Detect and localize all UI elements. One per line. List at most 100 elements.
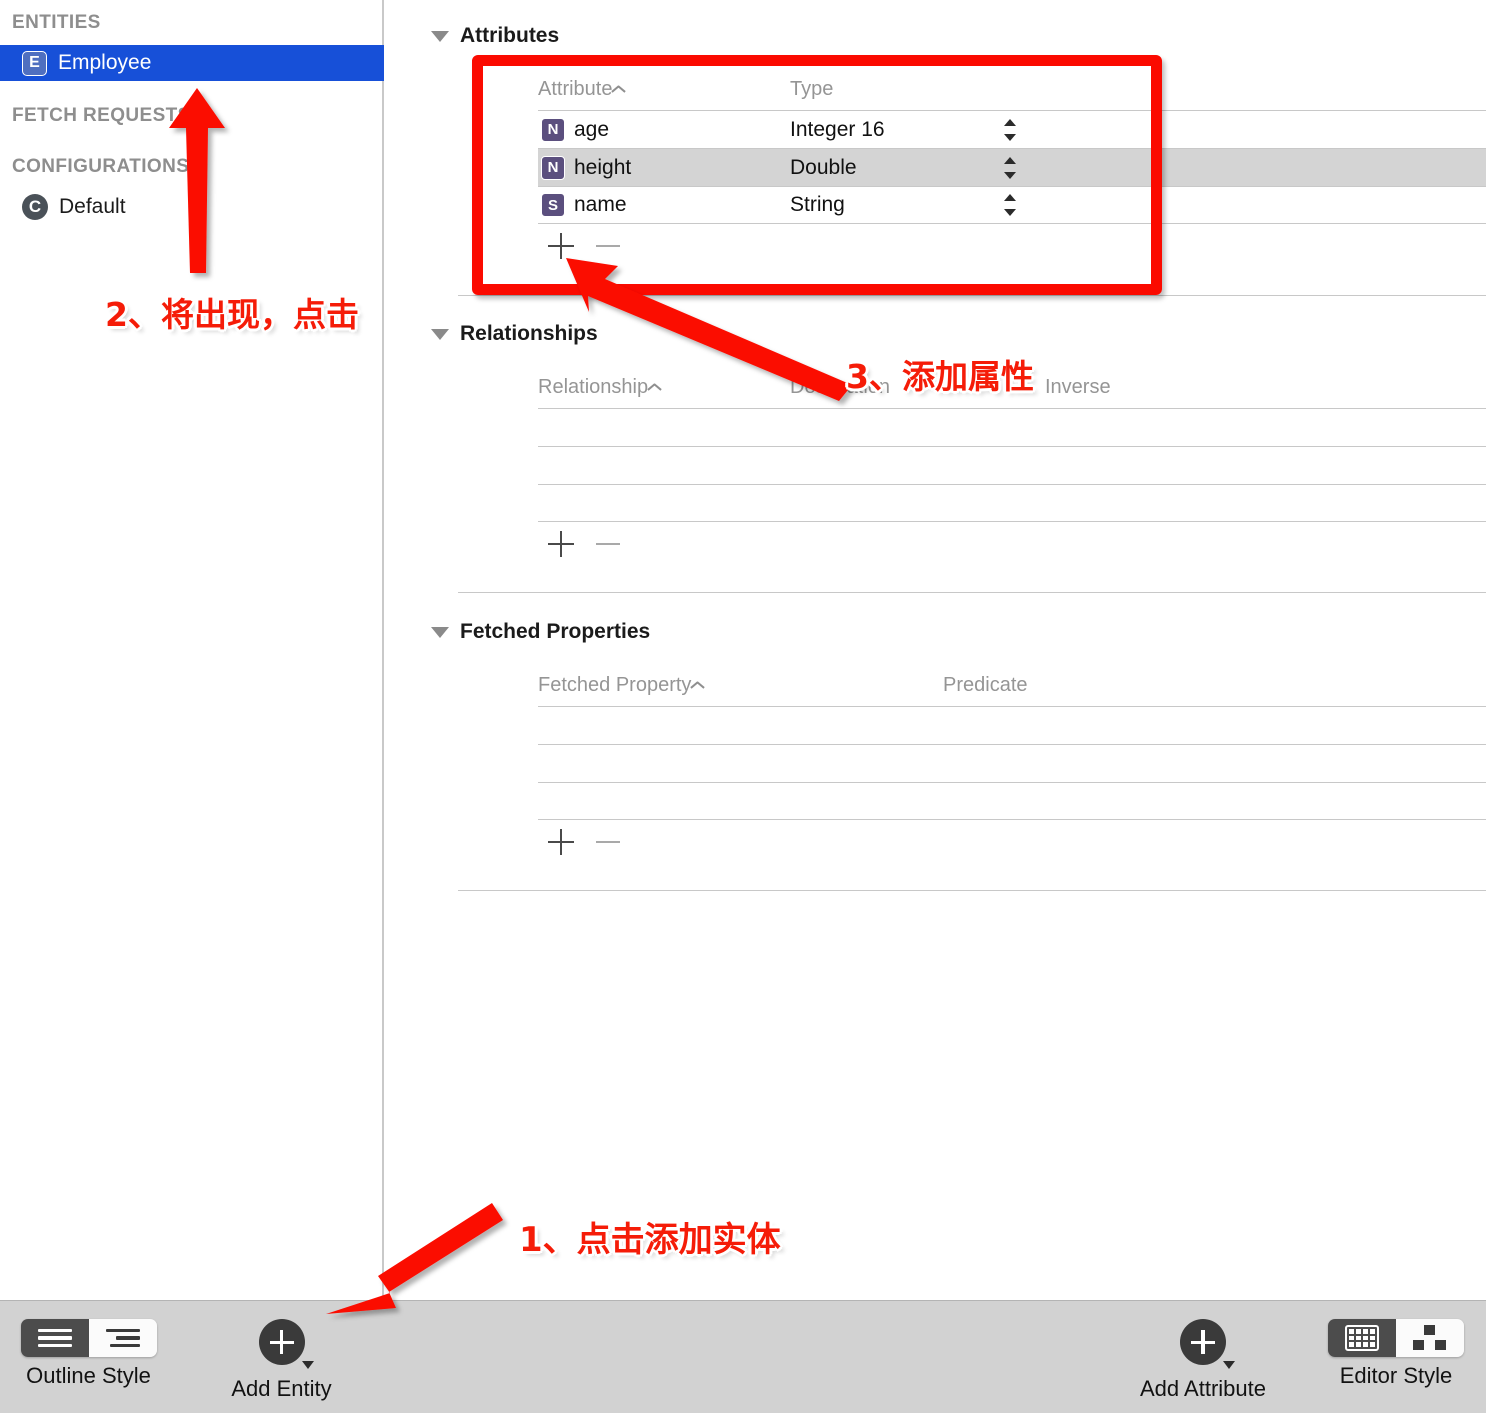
add-fetched-property-row-button[interactable]: [548, 829, 574, 855]
attribute-name: name: [574, 193, 627, 216]
table-row[interactable]: [538, 408, 1486, 446]
attribute-name-cell[interactable]: N age: [538, 117, 790, 142]
fetched-properties-table: Fetched Property Predicate: [538, 664, 1486, 864]
outline-style-control[interactable]: Outline Style: [16, 1319, 161, 1389]
table-row[interactable]: S name String: [538, 186, 1486, 224]
chevron-down-icon[interactable]: [301, 1361, 314, 1369]
list-indented-icon: [105, 1325, 140, 1351]
column-header-label: Predicate: [943, 673, 1028, 696]
column-header-relationship[interactable]: Relationship: [538, 376, 790, 399]
table-row[interactable]: [538, 782, 1486, 820]
column-header-label: Attribute: [538, 77, 613, 100]
outline-style-indented-option[interactable]: [88, 1319, 157, 1357]
outline-style-segmented-control[interactable]: [20, 1319, 157, 1357]
section-divider: [458, 295, 1486, 296]
attribute-type: String: [790, 193, 845, 216]
plus-circle-icon[interactable]: [258, 1319, 305, 1365]
attributes-section-header[interactable]: Attributes: [431, 24, 559, 48]
attribute-type: Integer 16: [790, 117, 885, 141]
disclosure-triangle-icon[interactable]: [431, 626, 449, 638]
editor-style-control[interactable]: Editor Style: [1325, 1319, 1467, 1389]
add-entity-label: Add Entity: [231, 1376, 332, 1401]
sort-ascending-icon: [691, 680, 705, 690]
entity-icon: E: [22, 50, 47, 76]
editor-style-label: Editor Style: [1339, 1363, 1453, 1388]
disclosure-triangle-icon[interactable]: [431, 328, 449, 340]
fetched-properties-table-controls: [538, 820, 1486, 864]
add-relationship-row-button[interactable]: [548, 531, 574, 557]
section-title-label: Relationships: [460, 322, 598, 345]
editor-style-graph-option[interactable]: [1396, 1319, 1464, 1357]
editor-style-segmented-control[interactable]: [1328, 1319, 1464, 1357]
remove-fetched-property-row-button: [596, 829, 620, 855]
string-attribute-icon: S: [541, 193, 565, 217]
section-divider: [458, 592, 1486, 593]
table-row[interactable]: N height Double: [538, 148, 1486, 186]
attribute-name-cell[interactable]: S name: [538, 193, 790, 217]
plus-circle-icon[interactable]: [1180, 1319, 1226, 1365]
relationships-section-header[interactable]: Relationships: [431, 322, 598, 346]
graph-nodes-icon: [1412, 1325, 1448, 1351]
sidebar-header-configurations: CONFIGURATIONS: [12, 156, 190, 177]
sidebar-item-default[interactable]: C Default: [0, 189, 384, 225]
relationships-table: Relationship Destination Inverse: [538, 366, 1486, 566]
add-attribute-row-button[interactable]: [548, 233, 574, 259]
sidebar-item-label: Employee: [58, 51, 152, 74]
table-row[interactable]: N age Integer 16: [538, 110, 1486, 148]
outline-style-flat-option[interactable]: [20, 1319, 89, 1357]
chevron-updown-icon[interactable]: [1004, 156, 1017, 180]
column-header-type[interactable]: Type: [790, 78, 1045, 101]
attribute-type-cell[interactable]: String: [790, 193, 1045, 217]
add-attribute-control[interactable]: Add Attribute: [1132, 1319, 1274, 1402]
sidebar-header-fetch-requests: FETCH REQUESTS: [12, 105, 191, 126]
attribute-name: height: [574, 155, 632, 179]
relationships-table-header: Relationship Destination Inverse: [538, 366, 1486, 408]
attributes-table-controls: [538, 224, 1486, 268]
column-header-label: Type: [790, 77, 834, 100]
list-lines-icon: [37, 1325, 72, 1351]
attribute-type: Double: [790, 155, 857, 179]
add-entity-control[interactable]: Add Entity: [214, 1319, 349, 1402]
chevron-down-icon[interactable]: [1223, 1361, 1235, 1369]
attribute-type-cell[interactable]: Double: [790, 156, 1045, 180]
editor-style-table-option[interactable]: [1328, 1319, 1396, 1357]
attributes-table: Attribute Type N age Integer 16 N height…: [538, 68, 1486, 268]
remove-attribute-row-button: [596, 233, 620, 259]
table-row[interactable]: [538, 446, 1486, 484]
remove-relationship-row-button: [596, 531, 620, 557]
bottom-toolbar: Outline Style Add Entity Add Attribute E…: [0, 1300, 1486, 1413]
section-divider: [458, 890, 1486, 891]
table-row[interactable]: [538, 484, 1486, 522]
sort-ascending-icon: [648, 382, 662, 392]
number-attribute-icon: N: [541, 155, 565, 180]
attributes-table-header: Attribute Type: [538, 68, 1486, 110]
column-header-label: Inverse: [1045, 375, 1111, 398]
sidebar-header-entities: ENTITIES: [12, 12, 101, 33]
add-attribute-label: Add Attribute: [1140, 1376, 1266, 1401]
fetched-properties-table-header: Fetched Property Predicate: [538, 664, 1486, 706]
table-row[interactable]: [538, 706, 1486, 744]
relationships-table-controls: [538, 522, 1486, 566]
attribute-type-cell[interactable]: Integer 16: [790, 118, 1045, 142]
column-header-inverse[interactable]: Inverse: [1045, 376, 1295, 399]
column-header-predicate[interactable]: Predicate: [943, 674, 1243, 697]
table-grid-icon: [1345, 1325, 1379, 1351]
section-title-label: Attributes: [460, 24, 560, 47]
attribute-name: age: [574, 117, 610, 141]
sidebar-item-label: Default: [59, 195, 126, 218]
fetched-properties-section-header[interactable]: Fetched Properties: [431, 620, 650, 644]
column-header-label: Fetched Property: [538, 673, 692, 696]
column-header-attribute[interactable]: Attribute: [538, 78, 790, 101]
sort-ascending-icon: [612, 84, 626, 94]
column-header-destination[interactable]: Destination: [790, 376, 1045, 399]
disclosure-triangle-icon[interactable]: [431, 30, 449, 42]
chevron-updown-icon[interactable]: [1004, 193, 1017, 217]
section-title-label: Fetched Properties: [460, 620, 651, 643]
attribute-name-cell[interactable]: N height: [538, 155, 790, 180]
table-row[interactable]: [538, 744, 1486, 782]
chevron-updown-icon[interactable]: [1004, 118, 1017, 142]
sidebar-item-employee[interactable]: E Employee: [0, 45, 384, 81]
entities-sidebar: ENTITIES E Employee FETCH REQUESTS CONFI…: [0, 0, 384, 1300]
column-header-label: Relationship: [538, 375, 649, 398]
column-header-fetched-property[interactable]: Fetched Property: [538, 674, 943, 697]
